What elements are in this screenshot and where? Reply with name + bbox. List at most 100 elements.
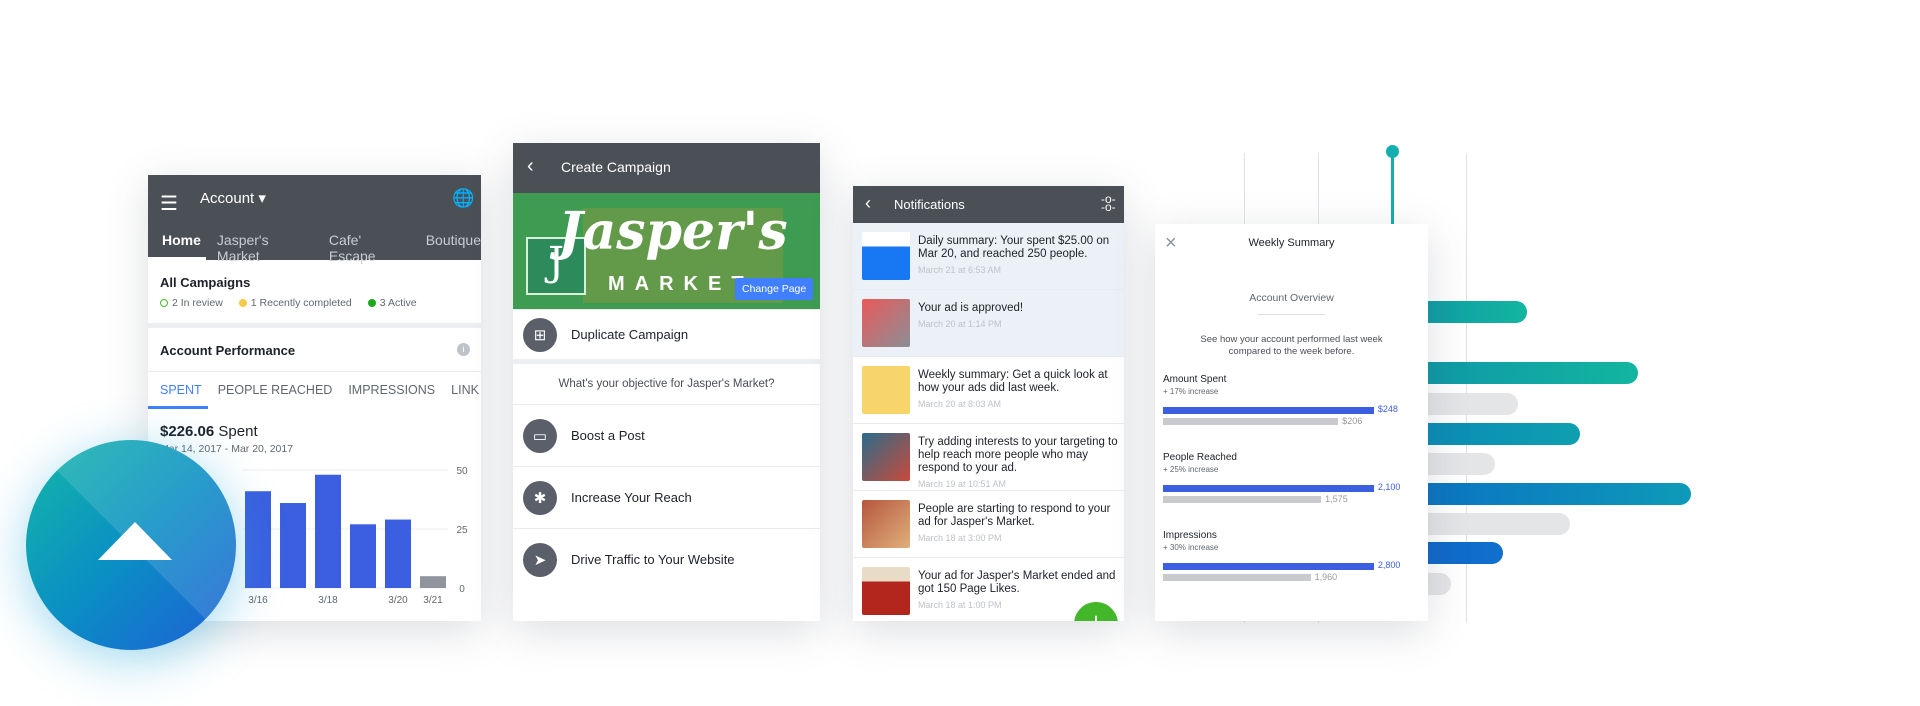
notifications-header: ‹ Notifications -o- -o- <box>853 186 1124 223</box>
objective-label: Boost a Post <box>571 428 645 443</box>
metric-tab[interactable]: SPENT <box>160 383 202 397</box>
triangle-icon <box>98 522 172 560</box>
globe-icon[interactable]: 🌐 <box>452 188 474 209</box>
notification-thumbnail <box>862 232 910 280</box>
campaign-status[interactable]: 2 In review <box>160 297 223 309</box>
bar-3/20[interactable] <box>385 519 411 588</box>
status-label: 1 Recently completed <box>250 297 352 309</box>
account-tab[interactable]: Cafe' Escape <box>329 232 410 264</box>
create-campaign-panel: ‹ Create Campaign J Jasper's MARKET Chan… <box>513 143 820 621</box>
account-header: ☰ Account ▾ 🌐 Home Jasper's Market Cafe' E… <box>148 175 481 264</box>
notification-time: March 19 at 10:51 AM <box>918 479 1007 489</box>
status-dot <box>160 299 168 308</box>
metric-tab[interactable]: IMPRESSIONS <box>348 383 435 397</box>
bar-3/21[interactable] <box>420 576 446 588</box>
bar-3/18[interactable] <box>315 474 341 588</box>
decor-dot <box>1386 145 1399 158</box>
filter-settings-icon[interactable]: -o- -o- <box>1101 193 1116 213</box>
change-page-button[interactable]: Change Page <box>735 278 814 300</box>
overview-description: See how your account performed last week… <box>1200 334 1383 357</box>
notification-text: Your ad is approved! <box>918 302 1024 314</box>
notification-thumbnail <box>862 433 910 481</box>
account-title: Account <box>200 190 255 207</box>
menu-icon[interactable]: ☰ <box>160 191 178 216</box>
current-week-bar <box>1163 563 1374 570</box>
notification-text: Weekly summary: Get a quick look at how … <box>918 369 1108 394</box>
weekly-title: Weekly Summary <box>1248 237 1335 249</box>
current-week-bar <box>1163 485 1374 492</box>
x-tick-label: 3/18 <box>318 595 338 606</box>
objective-label: Increase Your Reach <box>571 490 692 505</box>
metric-change: + 17% increase <box>1163 387 1219 396</box>
bar-3/16[interactable] <box>245 491 271 588</box>
y-tick-label: 50 <box>456 466 468 477</box>
objective-asterisk[interactable]: ✱ Increase Your Reach <box>513 466 820 528</box>
back-icon[interactable]: ‹ <box>865 193 871 214</box>
metric-tab[interactable]: PEOPLE REACHED <box>218 383 333 397</box>
notification-thumbnail <box>862 366 910 414</box>
account-dropdown[interactable]: Account ▾ <box>200 189 266 207</box>
notification-text: Your ad for Jasper's Market ended and go… <box>918 570 1116 595</box>
notification-item[interactable]: Your ad is approved! March 20 at 1:14 PM <box>853 290 1124 357</box>
objective-chat[interactable]: ▭ Boost a Post <box>513 404 820 466</box>
notification-time: March 20 at 8:03 AM <box>918 399 1002 409</box>
logo-circle <box>26 440 236 650</box>
bar-3/19[interactable] <box>350 524 376 588</box>
metric-underline <box>148 406 208 409</box>
metric-label: Amount Spent <box>1163 374 1227 385</box>
campaign-status[interactable]: 3 Active <box>367 297 417 309</box>
notification-text: Try adding interests to your targeting t… <box>918 436 1118 474</box>
notification-item[interactable]: Weekly summary: Get a quick look at how … <box>853 357 1124 424</box>
info-icon[interactable]: i <box>457 343 470 356</box>
objective-question: What's your objective for Jasper's Marke… <box>558 378 775 390</box>
objective-cursor[interactable]: ➤ Drive Traffic to Your Website <box>513 528 820 590</box>
overview-subtitle: Account Overview <box>1249 292 1334 304</box>
x-tick-label: 3/20 <box>388 595 408 606</box>
account-tab[interactable]: Boutique <box>426 232 481 264</box>
notification-item[interactable]: Try adding interests to your targeting t… <box>853 424 1124 491</box>
current-week-value: $248 <box>1377 404 1398 414</box>
duplicate-campaign-button[interactable]: ⊞ Duplicate Campaign <box>513 309 820 359</box>
notification-thumbnail <box>862 299 910 347</box>
decor-line <box>1391 150 1394 225</box>
previous-week-value: $206 <box>1342 416 1363 426</box>
x-tick-label: 3/16 <box>248 595 268 606</box>
notification-item[interactable]: People are starting to respond to your a… <box>853 491 1124 558</box>
campaigns-title: All Campaigns <box>160 275 251 290</box>
status-label: 3 Active <box>379 297 417 309</box>
status-label: 2 In review <box>172 297 223 309</box>
notification-text: Daily summary: Your spent $25.00 on Mar … <box>918 235 1110 260</box>
previous-week-bar <box>1163 496 1322 503</box>
weekly-summary-panel: × Weekly Summary Account Overview See ho… <box>1155 224 1428 621</box>
account-tab[interactable]: Jasper's Market <box>217 232 313 264</box>
current-week-bar <box>1163 407 1374 414</box>
x-tick-label: 3/21 <box>423 595 443 606</box>
performance-title: Account Performance <box>160 343 296 358</box>
metric-label: People Reached <box>1163 452 1237 463</box>
back-icon[interactable]: ‹ <box>527 155 534 178</box>
metric-change: + 30% increase <box>1163 543 1219 552</box>
notification-thumbnail <box>862 567 910 615</box>
notification-time: March 18 at 3:00 PM <box>918 533 1002 543</box>
notification-time: March 20 at 1:14 PM <box>918 319 1002 329</box>
cursor-icon: ➤ <box>523 542 557 577</box>
y-tick-label: 0 <box>459 584 465 595</box>
page-banner: J Jasper's MARKET Change Page <box>513 193 820 309</box>
campaign-header: ‹ Create Campaign <box>513 143 820 193</box>
metric-change: + 25% increase <box>1163 465 1219 474</box>
campaign-status[interactable]: 1 Recently completed <box>238 297 352 309</box>
notifications-panel: ‹ Notifications -o- -o- Daily summary: Yo… <box>853 186 1124 621</box>
status-dot <box>238 299 247 308</box>
status-dot <box>367 299 376 308</box>
campaign-title: Create Campaign <box>561 159 671 175</box>
previous-week-value: 1,575 <box>1325 494 1348 504</box>
y-tick-label: 25 <box>456 525 468 536</box>
notification-item[interactable]: Daily summary: Your spent $25.00 on Mar … <box>853 223 1124 290</box>
bar-3/17[interactable] <box>280 503 306 588</box>
chat-icon: ▭ <box>523 418 557 453</box>
objective-label: Drive Traffic to Your Website <box>571 552 735 567</box>
previous-week-bar <box>1163 574 1311 581</box>
notification-thumbnail <box>862 500 910 548</box>
current-week-value: 2,100 <box>1377 482 1401 492</box>
metric-tab[interactable]: LINK <box>451 383 479 397</box>
